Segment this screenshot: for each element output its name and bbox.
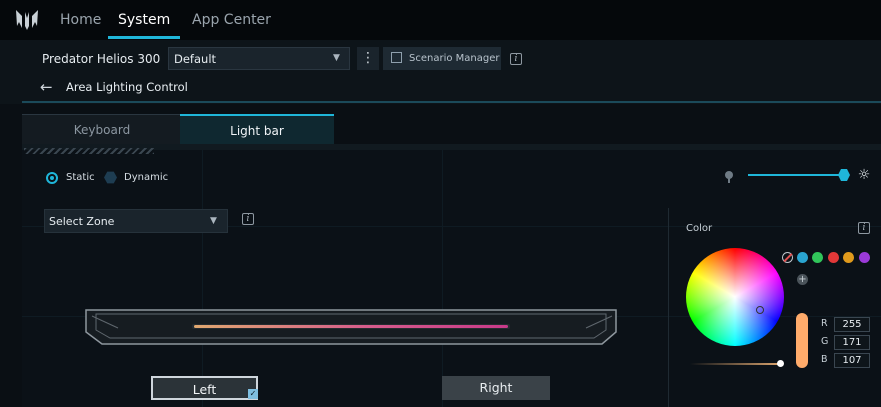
info-icon[interactable]: i [242,213,254,225]
g-value-input[interactable]: 171 [834,335,870,350]
tab-light-bar[interactable]: Light bar [180,114,334,146]
info-icon[interactable]: i [858,222,870,234]
preset-swatch-purple[interactable] [859,252,870,263]
info-icon[interactable]: i [510,53,522,65]
color-wheel-picker[interactable] [756,306,764,314]
header-divider [22,101,881,103]
predator-logo-icon [16,10,38,30]
page-title: Area Lighting Control [66,80,188,94]
chevron-down-icon: ▼ [333,53,340,63]
brightness-high-icon: ☼ [857,167,871,183]
r-label: R [821,318,828,329]
zone-dropdown-label: Select Zone [49,215,115,228]
tab-keyboard[interactable]: Keyboard [22,114,182,145]
b-value-input[interactable]: 107 [834,353,870,368]
r-value-input[interactable]: 255 [834,317,870,332]
preset-swatch-orange[interactable] [843,252,854,263]
b-label: B [821,354,828,365]
tab-hatch-decoration [24,148,154,154]
chevron-down-icon: ▼ [210,216,217,226]
nav-home[interactable]: Home [60,12,101,28]
panel-divider [668,208,669,407]
device-name: Predator Helios 300 [42,52,161,66]
nav-system[interactable]: System [118,12,170,28]
zone-left-button[interactable]: Left [151,376,258,400]
color-intensity-thumb[interactable] [777,360,784,367]
no-color-swatch[interactable] [782,252,793,263]
color-label: Color [686,223,713,234]
zone-right-button[interactable]: Right [442,376,550,400]
g-label: G [821,336,829,347]
scenario-manager-label: Scenario Manager [409,53,500,64]
preset-swatch-red[interactable] [828,252,839,263]
profile-value: Default [174,52,217,66]
preset-swatch-green[interactable] [812,252,823,263]
brightness-low-icon-stem [728,178,730,183]
color-preview [796,313,808,368]
color-intensity-slider[interactable] [690,363,782,365]
scenario-list-icon [391,52,402,63]
static-label: Static [66,172,95,183]
active-nav-indicator [108,36,180,39]
add-swatch-icon[interactable]: + [797,274,808,285]
check-icon: ✓ [248,389,258,399]
brightness-slider[interactable] [748,174,844,176]
light-bar-illustration [85,309,617,345]
color-wheel[interactable] [686,248,784,346]
nav-app-center[interactable]: App Center [192,12,271,28]
dynamic-label: Dynamic [124,172,169,183]
preset-swatch-blue[interactable] [797,252,808,263]
more-options-icon[interactable]: ⋮ [357,47,379,70]
static-radio[interactable] [46,172,58,184]
back-arrow-icon[interactable]: ← [40,78,53,96]
